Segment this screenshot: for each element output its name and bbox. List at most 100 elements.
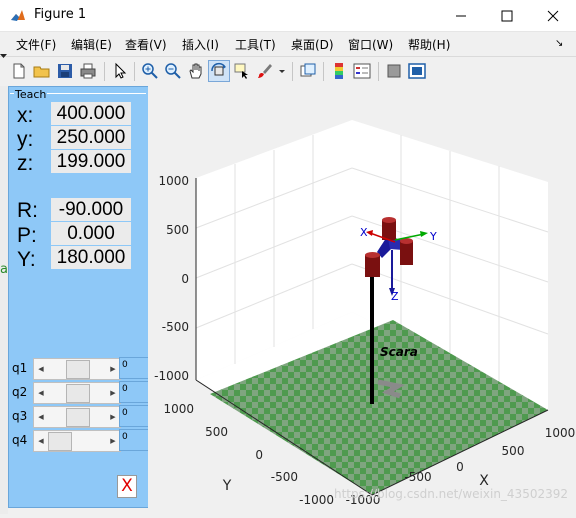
q3-label: q3 xyxy=(12,409,28,423)
save-button[interactable] xyxy=(55,61,75,81)
q1-slider-thumb[interactable] xyxy=(66,360,90,379)
pointer-button[interactable] xyxy=(110,61,130,81)
robot-joint-3 xyxy=(400,241,413,265)
menu-view[interactable]: 查看(V) xyxy=(125,36,167,53)
colorbar-button[interactable] xyxy=(329,61,349,81)
pointer-icon xyxy=(115,62,127,79)
menu-bar: 文件(F) 编辑(E) 查看(V) 插入(I) 工具(T) 桌面(D) 窗口(W… xyxy=(0,32,576,56)
teach-panel: Teach x: 400.000 y: 250.000 z: 199.000 R… xyxy=(8,86,149,508)
brush-button[interactable] xyxy=(255,61,275,81)
print-icon xyxy=(80,63,96,79)
legend-icon xyxy=(353,63,371,79)
z-tick: 500 xyxy=(166,223,189,237)
q3-value[interactable]: 0 xyxy=(119,405,149,427)
x-value-field[interactable]: 400.000 xyxy=(51,102,131,125)
watermark: https://blog.csdn.net/weixin_43502392 xyxy=(334,487,568,501)
robot-name-label: Scara xyxy=(380,345,418,359)
y-value-field[interactable]: 250.000 xyxy=(51,126,131,149)
menu-tools[interactable]: 工具(T) xyxy=(235,36,276,53)
z-tick: 1000 xyxy=(158,174,189,188)
rotate-3d-button[interactable] xyxy=(208,60,230,82)
teach-close-button[interactable]: X xyxy=(117,475,137,498)
yaw-label: Y: xyxy=(17,248,36,271)
yaw-value-field[interactable]: 180.000 xyxy=(51,246,131,269)
slider-right-arrow-icon[interactable]: ▶ xyxy=(106,431,120,451)
slider-right-arrow-icon[interactable]: ▶ xyxy=(106,359,120,379)
open-file-icon xyxy=(33,66,50,78)
q2-value[interactable]: 0 xyxy=(119,381,149,403)
brush-icon xyxy=(258,64,272,78)
new-figure-icon xyxy=(13,63,25,79)
slider-right-arrow-icon[interactable]: ▶ xyxy=(106,383,120,403)
show-plot-tools-button[interactable] xyxy=(407,61,427,81)
q2-slider[interactable]: ◀ ▶ xyxy=(33,382,121,404)
print-button[interactable] xyxy=(78,61,98,81)
save-icon xyxy=(58,64,72,78)
y-tick: -1000 xyxy=(299,493,334,507)
new-figure-button[interactable] xyxy=(9,61,29,81)
q2-slider-thumb[interactable] xyxy=(66,384,90,403)
maximize-button[interactable] xyxy=(484,0,530,31)
roll-value-field[interactable]: -90.000 xyxy=(51,198,131,221)
data-cursor-button[interactable] xyxy=(232,61,252,81)
q3-slider-thumb[interactable] xyxy=(66,408,90,427)
zoom-in-button[interactable] xyxy=(140,61,160,81)
minimize-button[interactable] xyxy=(438,0,484,31)
window-title: Figure 1 xyxy=(34,7,87,22)
teach-panel-title: Teach xyxy=(14,88,48,101)
q4-slider[interactable]: ◀ ▶ xyxy=(33,430,121,452)
x-tick: 0 xyxy=(456,460,464,474)
legend-button[interactable] xyxy=(352,61,372,81)
z-tick: 0 xyxy=(181,272,189,286)
show-plot-tools-icon xyxy=(408,63,426,79)
data-cursor-icon xyxy=(234,63,248,79)
close-button[interactable] xyxy=(530,0,576,31)
frame-label-x: X xyxy=(360,226,368,239)
robot-3d-plot[interactable]: 1000 500 0 -500 -1000 1000 500 0 -500 -1… xyxy=(148,86,576,514)
link-plot-button[interactable] xyxy=(298,61,318,81)
brush-dropdown[interactable] xyxy=(277,61,287,81)
hide-plot-tools-icon xyxy=(387,64,401,78)
slider-right-arrow-icon[interactable]: ▶ xyxy=(106,407,120,427)
minimize-icon xyxy=(456,15,466,17)
menu-file[interactable]: 文件(F) xyxy=(16,36,56,53)
y-tick: 0 xyxy=(255,448,263,462)
slider-left-arrow-icon[interactable]: ◀ xyxy=(34,431,48,451)
close-icon xyxy=(547,10,559,22)
q3-slider[interactable]: ◀ ▶ xyxy=(33,406,121,428)
pitch-value-field[interactable]: 0.000 xyxy=(51,222,131,245)
z-value-field[interactable]: 199.000 xyxy=(51,150,131,173)
window-title-bar: Figure 1 xyxy=(0,0,576,32)
rotate-3d-icon xyxy=(211,62,226,76)
x-tick: -500 xyxy=(404,470,431,484)
q4-slider-thumb[interactable] xyxy=(48,432,72,451)
zoom-in-icon xyxy=(142,63,158,79)
q4-value[interactable]: 0 xyxy=(119,429,149,451)
dock-arrow-icon[interactable]: ↘ xyxy=(555,38,563,49)
q1-slider[interactable]: ◀ ▶ xyxy=(33,358,121,380)
open-file-button[interactable] xyxy=(32,61,52,81)
menu-insert[interactable]: 插入(I) xyxy=(182,36,219,53)
figure-toolbar xyxy=(0,56,576,88)
slider-left-arrow-icon[interactable]: ◀ xyxy=(34,359,48,379)
zoom-out-icon xyxy=(165,63,181,79)
menu-desktop[interactable]: 桌面(D) xyxy=(291,36,334,53)
slider-left-arrow-icon[interactable]: ◀ xyxy=(34,383,48,403)
slider-left-arrow-icon[interactable]: ◀ xyxy=(34,407,48,427)
plot-area[interactable]: 1000 500 0 -500 -1000 1000 500 0 -500 -1… xyxy=(148,86,576,514)
menu-help[interactable]: 帮助(H) xyxy=(408,36,450,53)
roll-label: R: xyxy=(17,199,38,222)
menu-edit[interactable]: 编辑(E) xyxy=(71,36,112,53)
q1-value[interactable]: 0 xyxy=(119,357,149,379)
pan-button[interactable] xyxy=(186,61,206,81)
q2-label: q2 xyxy=(12,385,28,399)
chevron-down-icon xyxy=(279,70,285,73)
x-tick: 1000 xyxy=(545,426,576,440)
z-tick: -1000 xyxy=(154,369,189,383)
zoom-out-button[interactable] xyxy=(163,61,183,81)
menu-window[interactable]: 窗口(W) xyxy=(348,36,393,53)
hide-plot-tools-button[interactable] xyxy=(384,61,404,81)
z-tick: -500 xyxy=(162,320,189,334)
background-arrow-icon xyxy=(0,44,7,58)
frame-label-z: Z xyxy=(391,290,399,303)
